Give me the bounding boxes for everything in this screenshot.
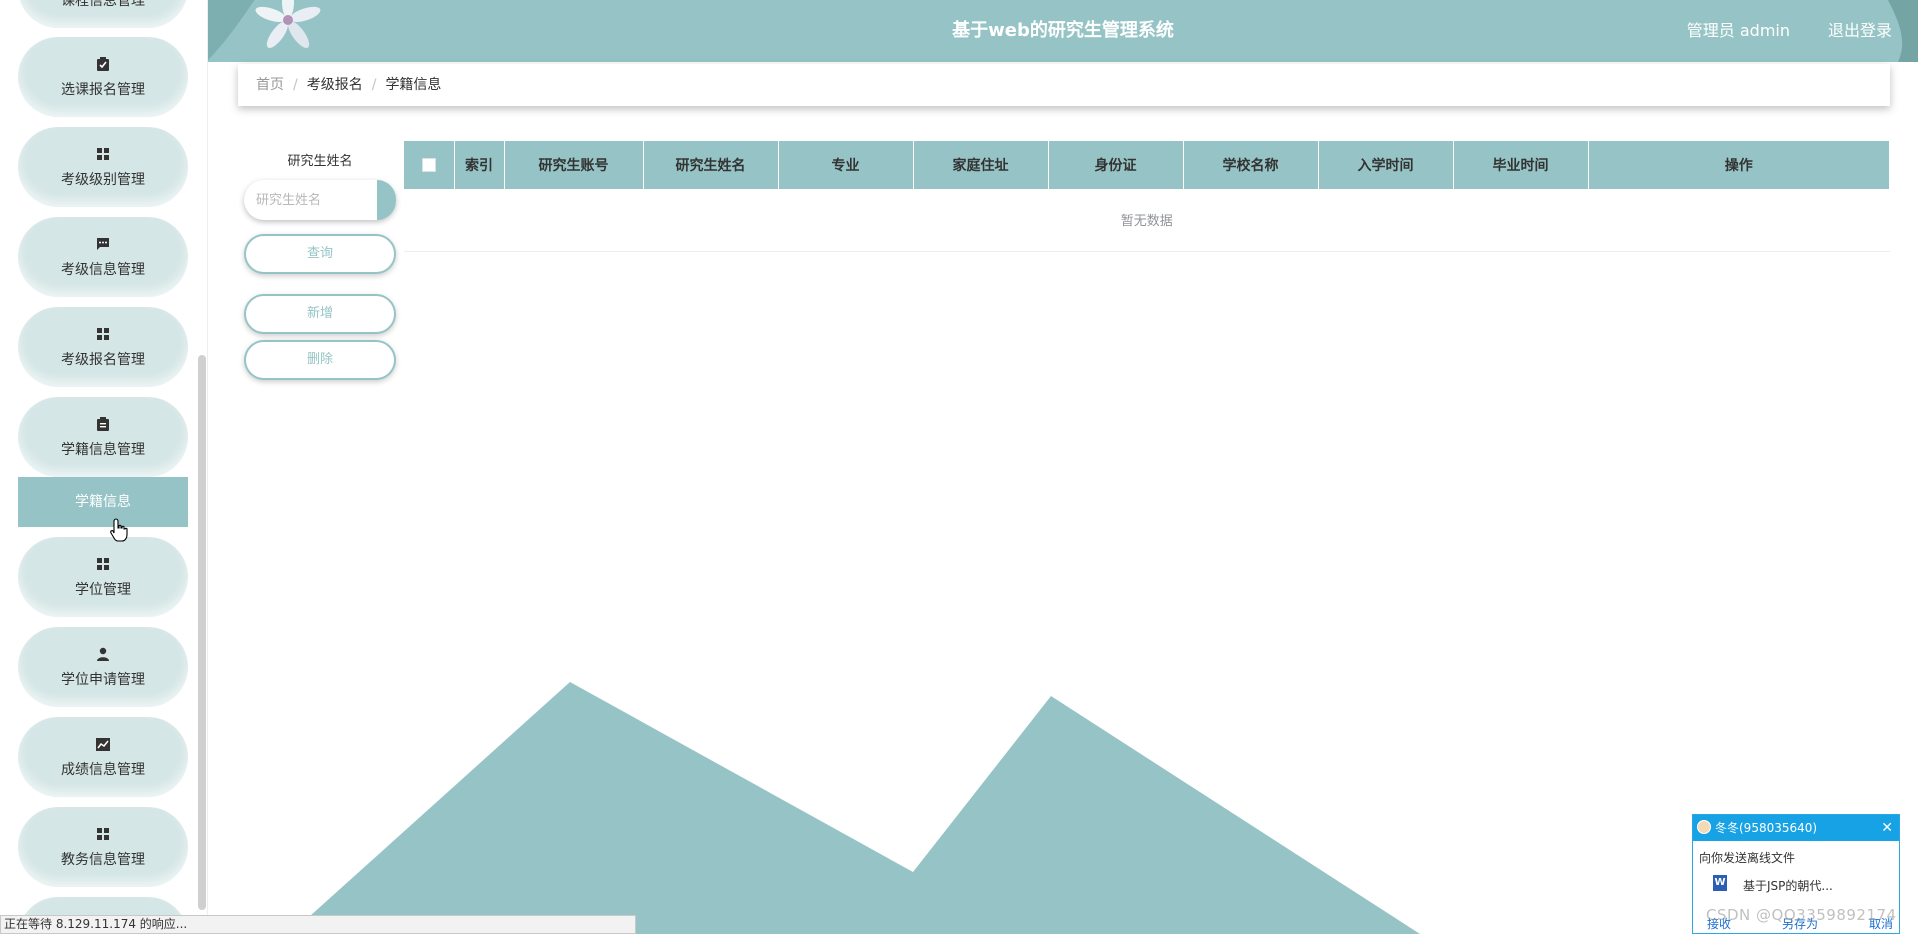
hand-cursor-icon [110,518,128,542]
delete-button[interactable]: 删除 [244,340,396,380]
column-header: 操作 [1588,141,1890,189]
select-all-checkbox[interactable] [421,158,436,172]
app-title: 基于web的研究生管理系统 [952,20,1174,41]
logout-button[interactable]: 退出登录 [1828,0,1892,62]
word-file-icon: W [1713,875,1727,891]
column-header[interactable]: 索引 [454,141,505,189]
breadcrumb-level1[interactable]: 考级报名 [307,77,363,93]
sidebar-scrollbar[interactable] [198,355,206,910]
sidebar-item-degree-apply[interactable]: 学位申请管理 [18,627,188,707]
sidebar-subitem-student-status[interactable]: 学籍信息 [18,477,188,527]
mountain-decoration [290,682,1420,934]
sidebar-item-label: 教务信息管理 [61,852,145,868]
query-button[interactable]: 查询 [244,234,396,274]
sidebar-item-label: 考级信息管理 [61,262,145,278]
sidebar-item-label: 考级报名管理 [61,352,145,368]
select-all-cell [404,141,455,189]
qq-file-name[interactable]: 基于JSP的朝代... [1743,877,1833,894]
sidebar-item-label: 学籍信息管理 [61,442,145,458]
close-icon[interactable]: ✕ [1881,815,1893,841]
breadcrumb-separator: / [293,77,298,93]
grid-icon [18,146,188,162]
top-header: 基于web的研究生管理系统 管理员 admin 退出登录 [208,0,1918,62]
qq-sender: 冬冬(958035640) [1715,821,1818,835]
sidebar-item-exam-info[interactable]: 考级信息管理 [18,217,188,297]
student-name-search-input[interactable] [244,180,396,220]
sidebar-item-academic-affairs[interactable]: 教务信息管理 [18,807,188,887]
sidebar-item-label: 学位管理 [75,582,131,598]
column-header[interactable]: 专业 [778,141,914,189]
column-header[interactable]: 家庭住址 [913,141,1049,189]
sidebar-item-label: 选课报名管理 [61,82,145,98]
data-table: 索引 研究生账号 研究生姓名 专业 家庭住址 身份证 学校名称 入学时间 毕业时… [404,141,1890,252]
table-row: 暂无数据 [404,189,1890,252]
watermark: CSDN @QQ3359892174 [1706,906,1897,924]
table-header-row: 索引 研究生账号 研究生姓名 专业 家庭住址 身份证 学校名称 入学时间 毕业时… [404,141,1890,189]
clipboard-check-icon [18,56,188,72]
sidebar: 课程信息管理 选课报名管理 考级级别管理 考级信息管理 考级报名管理 学籍信息管… [0,0,208,934]
sidebar-item-label: 课程信息管理 [61,0,145,9]
column-header[interactable]: 学校名称 [1183,141,1319,189]
current-user: 管理员 admin [1686,21,1790,40]
search-input-accent [377,180,396,220]
chat-icon [18,236,188,252]
breadcrumb-current: 学籍信息 [385,77,442,93]
sidebar-item-label: 学位申请管理 [61,672,145,688]
sidebar-item-exam-level[interactable]: 考级级别管理 [18,127,188,207]
sidebar-item-grades[interactable]: 成绩信息管理 [18,717,188,797]
chart-icon [18,736,188,752]
sidebar-item-exam-enroll[interactable]: 考级报名管理 [18,307,188,387]
browser-status-bar: 正在等待 8.129.11.174 的响应... [0,915,636,934]
grid-icon [18,826,188,842]
sidebar-item-course-info[interactable]: 课程信息管理 [18,0,188,28]
grid-icon [18,556,188,572]
sidebar-item-student-status[interactable]: 学籍信息管理 [18,397,188,477]
add-button[interactable]: 新增 [244,294,396,334]
sidebar-item-course-enroll[interactable]: 选课报名管理 [18,37,188,117]
breadcrumb-separator: / [371,77,377,93]
empty-message: 暂无数据 [404,189,1890,252]
column-header[interactable]: 身份证 [1048,141,1184,189]
sidebar-item-label: 成绩信息管理 [61,762,145,778]
column-header[interactable]: 研究生姓名 [643,141,779,189]
clipboard-icon [18,416,188,432]
sidebar-item-degree[interactable]: 学位管理 [18,537,188,617]
column-header[interactable]: 毕业时间 [1453,141,1589,189]
avatar [1697,820,1711,834]
column-header[interactable]: 入学时间 [1318,141,1454,189]
breadcrumb: 首页 / 考级报名 / 学籍信息 [238,64,1890,106]
sidebar-item-label: 考级级别管理 [61,172,145,188]
column-header[interactable]: 研究生账号 [504,141,644,189]
grid-icon [18,326,188,342]
qq-message: 向你发送离线文件 [1699,851,1796,865]
breadcrumb-home[interactable]: 首页 [256,77,284,93]
person-icon [18,646,188,662]
qq-popup-header: 冬冬(958035640) ✕ [1693,815,1899,841]
search-label: 研究生姓名 [287,154,353,169]
